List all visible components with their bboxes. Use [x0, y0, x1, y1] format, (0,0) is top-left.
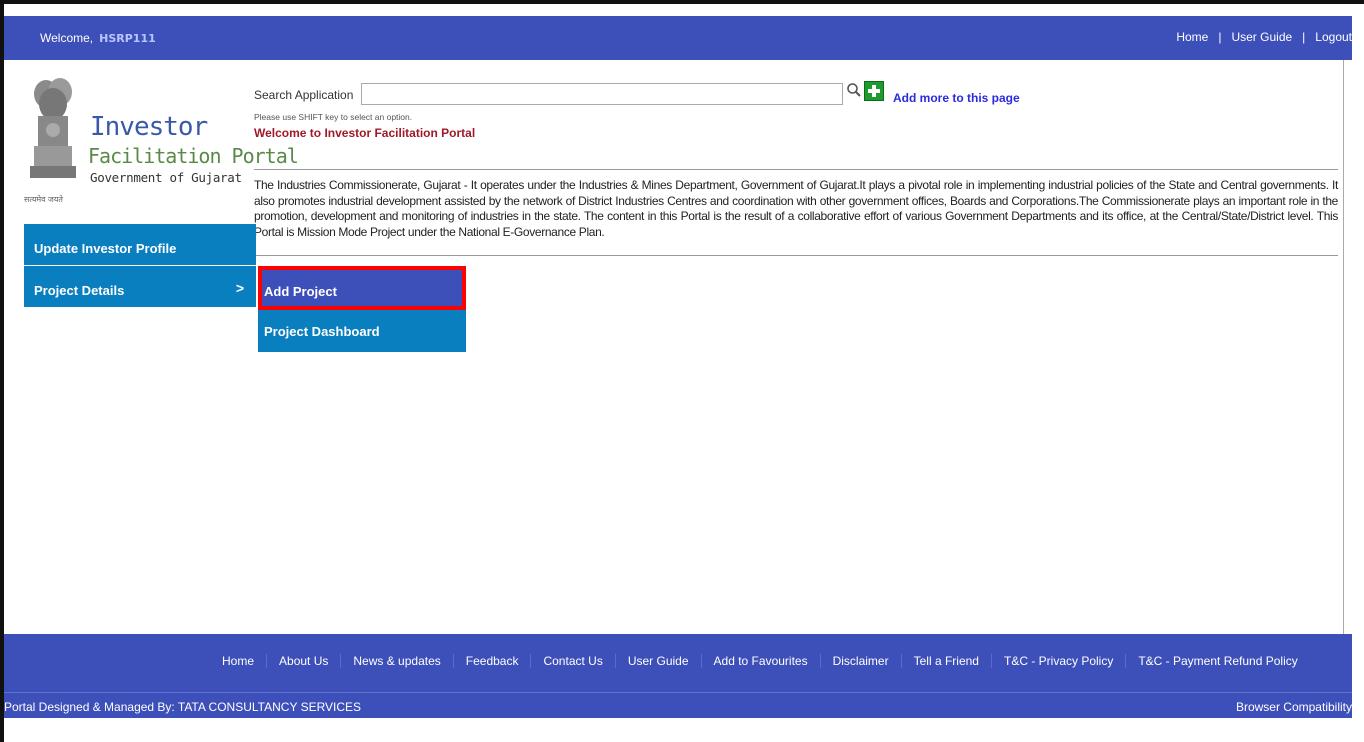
header-user-guide-link[interactable]: User Guide: [1231, 30, 1292, 44]
chevron-right-icon: >: [235, 280, 244, 296]
browser-compatibility-link[interactable]: Browser Compatibility: [1236, 700, 1352, 714]
footer-link-privacy-policy[interactable]: T&C - Privacy Policy: [990, 654, 1125, 668]
project-details-submenu: Add Project Project Dashboard: [258, 266, 466, 352]
logo-motto: सत्यमेव जयते: [24, 195, 63, 204]
search-input[interactable]: [361, 83, 843, 105]
footer-bar: Home About Us News & updates Feedback Co…: [4, 634, 1352, 692]
welcome-label: Welcome,: [40, 31, 94, 45]
footer-link-user-guide[interactable]: User Guide: [614, 654, 701, 668]
logo-subtitle-government: Government of Gujarat: [90, 170, 242, 185]
sidebar-item-label: Project Details: [34, 283, 125, 298]
divider: [254, 255, 1338, 256]
plus-icon: [868, 85, 880, 97]
submenu-item-project-dashboard[interactable]: Project Dashboard: [258, 310, 466, 352]
content-right-border: [1343, 60, 1344, 634]
header-links: Home | User Guide | Logout: [1176, 30, 1352, 44]
footer-link-about-us[interactable]: About Us: [266, 654, 340, 668]
header-bar: Welcome, HSRP111 Home | User Guide | Logo…: [4, 16, 1352, 60]
sidebar-item-label: Update Investor Profile: [34, 241, 177, 256]
search-label: Search Application: [254, 88, 354, 102]
intro-paragraph: The Industries Commissionerate, Gujarat …: [254, 178, 1338, 239]
divider: [254, 169, 1338, 170]
footer-link-add-to-favourites[interactable]: Add to Favourites: [700, 654, 820, 668]
footer-link-tell-a-friend[interactable]: Tell a Friend: [900, 654, 991, 668]
header-separator: |: [1302, 30, 1306, 44]
footer-link-contact-us[interactable]: Contact Us: [530, 654, 614, 668]
add-more-link[interactable]: Add more to this page: [893, 91, 1020, 105]
search-hint: Please use SHIFT key to select an option…: [254, 112, 413, 122]
add-plus-icon[interactable]: [864, 81, 884, 101]
bottom-bar: Portal Designed & Managed By: TATA CONSU…: [4, 692, 1352, 718]
submenu-item-label: Add Project: [264, 284, 337, 299]
footer-link-disclaimer[interactable]: Disclaimer: [819, 654, 901, 668]
logo-title-facilitation: Facilitation Portal: [88, 144, 299, 168]
footer-link-feedback[interactable]: Feedback: [452, 654, 531, 668]
window-left-border: [0, 0, 4, 742]
logo-title-investor: Investor: [90, 112, 208, 142]
footer-link-home[interactable]: Home: [222, 654, 266, 668]
footer-links: Home About Us News & updates Feedback Co…: [222, 654, 1310, 668]
search-icon[interactable]: [846, 82, 862, 98]
emblem-icon: [30, 78, 76, 178]
portal-logo[interactable]: Investor Facilitation Portal Government …: [20, 64, 299, 214]
welcome-text: Welcome, HSRP111: [40, 31, 156, 45]
header-separator: |: [1218, 30, 1222, 44]
welcome-message: Welcome to Investor Facilitation Portal: [254, 126, 476, 140]
sidebar-item-update-investor-profile[interactable]: Update Investor Profile: [24, 224, 256, 266]
submenu-item-label: Project Dashboard: [264, 324, 380, 339]
footer-link-news-updates[interactable]: News & updates: [340, 654, 452, 668]
sidebar-item-project-details[interactable]: Project Details >: [24, 266, 256, 308]
submenu-item-add-project[interactable]: Add Project: [258, 266, 466, 310]
footer-link-payment-refund-policy[interactable]: T&C - Payment Refund Policy: [1125, 654, 1309, 668]
username: HSRP111: [99, 32, 156, 45]
window-top-border: [0, 0, 1364, 4]
sidebar-nav: Update Investor Profile Project Details …: [24, 224, 256, 308]
header-logout-link[interactable]: Logout: [1315, 30, 1352, 44]
header-home-link[interactable]: Home: [1176, 30, 1208, 44]
designed-by-text: Portal Designed & Managed By: TATA CONSU…: [4, 700, 362, 714]
